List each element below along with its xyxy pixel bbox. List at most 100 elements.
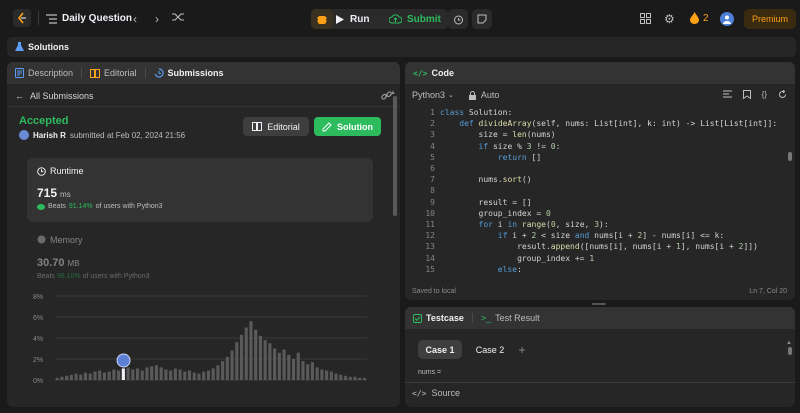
distribution-bar[interactable] <box>235 342 239 380</box>
tab-editorial[interactable]: Editorial <box>90 68 137 78</box>
code-line[interactable]: 11 for i in range(0, size, 3): <box>405 220 795 231</box>
user-avatar[interactable] <box>720 12 734 26</box>
runtime-distribution-chart[interactable]: 8% 6% 4% 2% 0% <box>27 290 377 385</box>
streak-counter[interactable]: 2 <box>690 12 709 24</box>
author-name[interactable]: Harish R <box>33 131 66 140</box>
distribution-bar[interactable] <box>358 377 362 380</box>
distribution-bar[interactable] <box>183 371 187 380</box>
distribution-bar[interactable] <box>263 340 267 380</box>
distribution-bar[interactable] <box>329 371 333 380</box>
distribution-bar[interactable] <box>206 370 210 380</box>
distribution-bar[interactable] <box>268 343 272 380</box>
distribution-bar[interactable] <box>69 374 73 380</box>
distribution-bar[interactable] <box>102 372 106 380</box>
leetcode-logo-icon[interactable] <box>13 9 31 27</box>
code-editor[interactable]: 1 class Solution: 2 def divideArray(self, … <box>405 108 795 276</box>
distribution-bar[interactable] <box>135 368 140 380</box>
distribution-bar[interactable] <box>315 367 319 380</box>
case-1-tab[interactable]: Case 1 <box>418 340 462 359</box>
distribution-bar[interactable] <box>79 374 83 380</box>
tab-test-result[interactable]: >_ Test Result <box>481 313 540 323</box>
panel-resize-handle[interactable] <box>592 303 606 305</box>
distribution-bar[interactable] <box>202 371 206 380</box>
source-link[interactable]: </> Source <box>412 388 460 398</box>
distribution-bar[interactable] <box>83 372 88 380</box>
distribution-bar[interactable] <box>225 356 229 380</box>
prev-problem-icon[interactable]: ‹ <box>129 12 141 26</box>
distribution-bar[interactable] <box>121 368 125 380</box>
submit-button[interactable]: Submit <box>389 9 441 29</box>
language-select[interactable]: Python3 ⌄ <box>412 90 454 100</box>
distribution-bar[interactable] <box>230 350 234 380</box>
case-2-tab[interactable]: Case 2 <box>468 340 512 359</box>
distribution-bar[interactable] <box>197 373 201 380</box>
distribution-bar[interactable] <box>249 321 253 380</box>
tab-testcase[interactable]: Testcase <box>413 313 464 323</box>
distribution-bar[interactable] <box>117 370 121 380</box>
distribution-bar[interactable] <box>211 368 215 380</box>
distribution-bar[interactable] <box>154 365 158 380</box>
shuffle-icon[interactable] <box>171 12 185 22</box>
code-line[interactable]: 14 group_index += 1 <box>405 254 795 265</box>
test-scrollbar[interactable] <box>788 347 792 355</box>
distribution-bar[interactable] <box>173 368 177 380</box>
next-problem-icon[interactable]: › <box>151 12 163 26</box>
distribution-bar[interactable] <box>291 359 296 380</box>
distribution-bar[interactable] <box>306 364 310 380</box>
code-scrollbar[interactable] <box>788 152 792 161</box>
distribution-bar[interactable] <box>164 369 168 381</box>
run-button[interactable]: Run <box>336 9 369 29</box>
alarm-clock-icon[interactable] <box>448 9 468 29</box>
left-scrollbar[interactable] <box>393 96 397 216</box>
bookmark-icon[interactable] <box>742 90 751 99</box>
distribution-bar[interactable] <box>65 375 69 380</box>
solution-button[interactable]: Solution <box>314 117 381 136</box>
distribution-bar[interactable] <box>159 367 163 380</box>
distribution-bar[interactable] <box>60 376 64 380</box>
your-submission-marker[interactable] <box>116 353 131 368</box>
runtime-card[interactable]: Runtime 715 ms Beats 91.14% of users with… <box>27 158 373 222</box>
braces-icon[interactable]: {} <box>762 90 767 99</box>
distribution-bar[interactable] <box>192 372 196 380</box>
distribution-bar[interactable] <box>107 371 111 380</box>
settings-gear-icon[interactable]: ⚙ <box>664 12 675 26</box>
tab-submissions[interactable]: Submissions <box>154 68 224 78</box>
distribution-bar[interactable] <box>282 349 286 380</box>
problem-list-button[interactable]: Daily Question <box>46 13 132 24</box>
code-line[interactable]: 4 if size % 3 != 0: <box>405 142 795 153</box>
all-submissions-link[interactable]: ← All Submissions <box>15 91 94 101</box>
distribution-bar[interactable] <box>254 329 258 380</box>
distribution-bar[interactable] <box>244 327 248 381</box>
distribution-bar[interactable] <box>88 373 92 380</box>
tab-description[interactable]: Description <box>15 68 73 78</box>
distribution-bar[interactable] <box>343 375 348 380</box>
format-icon[interactable] <box>722 90 732 99</box>
distribution-bar[interactable] <box>187 370 192 380</box>
distribution-bar[interactable] <box>273 348 277 381</box>
distribution-bar[interactable] <box>258 335 262 380</box>
distribution-bar[interactable] <box>301 361 305 380</box>
distribution-bar[interactable] <box>55 377 59 380</box>
add-case-button[interactable]: + <box>514 340 530 359</box>
distribution-bar[interactable] <box>140 370 144 380</box>
solutions-strip[interactable]: Solutions <box>7 37 796 57</box>
distribution-bar[interactable] <box>320 369 324 381</box>
editorial-button[interactable]: Editorial <box>243 117 309 136</box>
code-line[interactable]: 10 group_index = 0 <box>405 209 795 220</box>
distribution-bar[interactable] <box>239 334 244 380</box>
distribution-bar[interactable] <box>150 366 154 380</box>
distribution-bar[interactable] <box>216 365 220 380</box>
distribution-bar[interactable] <box>353 376 357 380</box>
distribution-bar[interactable] <box>221 361 225 380</box>
code-line[interactable]: 7 nums.sort() <box>405 175 795 186</box>
distribution-bar[interactable] <box>126 367 130 380</box>
debug-icon[interactable] <box>311 9 333 29</box>
distribution-bar[interactable] <box>334 373 338 380</box>
distribution-bar[interactable] <box>145 367 149 380</box>
distribution-bar[interactable] <box>178 369 182 381</box>
distribution-bar[interactable] <box>310 362 314 380</box>
distribution-bar[interactable] <box>112 369 116 381</box>
code-line[interactable]: 5 return [] <box>405 153 795 164</box>
distribution-bar[interactable] <box>362 377 366 380</box>
reset-icon[interactable] <box>778 90 787 99</box>
